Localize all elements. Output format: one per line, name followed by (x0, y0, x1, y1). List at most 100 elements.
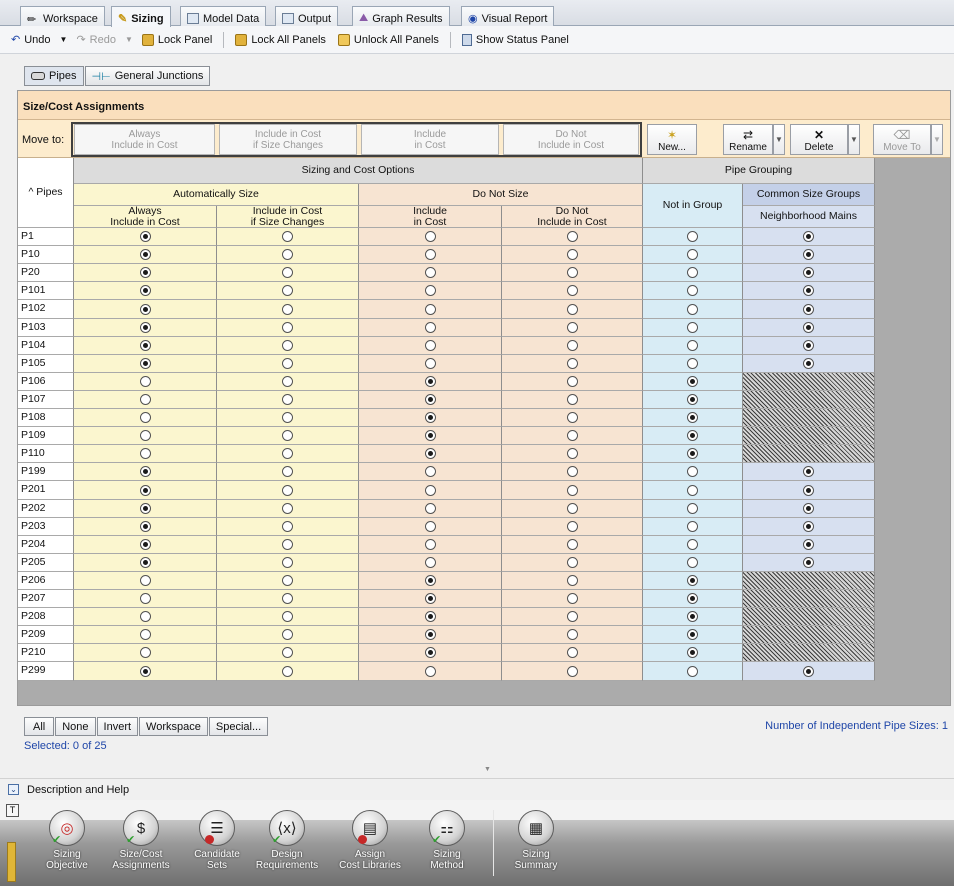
option-radio[interactable] (424, 575, 436, 586)
tab-output[interactable]: Output (275, 6, 339, 27)
not-in-group-cell[interactable] (643, 373, 743, 391)
not-in-group-radio[interactable] (687, 358, 698, 369)
option-cell[interactable] (359, 626, 502, 644)
option-radio[interactable] (139, 231, 151, 242)
option-radio[interactable] (139, 267, 151, 278)
option-cell[interactable] (217, 626, 359, 644)
tab-graph-results[interactable]: ⛰ Graph Results (352, 6, 450, 27)
option-cell[interactable] (217, 590, 359, 608)
not-in-group-cell[interactable] (643, 608, 743, 626)
option-radio[interactable] (566, 412, 578, 423)
option-cell[interactable] (502, 518, 643, 536)
option-cell[interactable] (502, 626, 643, 644)
pipe-name-cell[interactable]: P106 (18, 373, 74, 391)
option-cell[interactable] (217, 427, 359, 445)
not-in-group-cell[interactable] (643, 554, 743, 572)
option-radio[interactable] (566, 249, 578, 260)
not-in-group-cell[interactable] (643, 536, 743, 554)
option-radio[interactable] (566, 665, 578, 677)
option-radio[interactable] (424, 303, 436, 315)
option-cell[interactable] (502, 554, 643, 572)
move-to-dropdown-icon[interactable]: ▼ (931, 124, 943, 155)
group-radio[interactable] (803, 484, 814, 496)
group-radio[interactable] (803, 539, 814, 550)
option-radio[interactable] (282, 521, 293, 532)
group-radio[interactable] (803, 267, 814, 278)
option-cell[interactable] (217, 463, 359, 481)
option-cell[interactable] (359, 644, 502, 662)
option-radio[interactable] (424, 285, 436, 296)
unlock-all-panels-button[interactable]: Unlock All Panels (335, 32, 442, 48)
option-cell[interactable] (502, 337, 643, 355)
option-cell[interactable] (359, 590, 502, 608)
option-cell[interactable] (359, 391, 502, 409)
option-cell[interactable] (217, 300, 359, 319)
option-cell[interactable] (502, 300, 643, 319)
option-radio[interactable] (282, 303, 293, 315)
option-radio[interactable] (424, 539, 436, 550)
not-in-group-radio[interactable] (687, 629, 698, 640)
option-cell[interactable] (502, 264, 643, 282)
not-in-group-cell[interactable] (643, 282, 743, 300)
option-radio[interactable] (566, 285, 578, 296)
pipe-name-cell[interactable]: P210 (18, 644, 74, 662)
group-radio[interactable] (803, 303, 814, 315)
option-radio[interactable] (282, 358, 293, 369)
option-cell[interactable] (502, 355, 643, 373)
option-cell[interactable] (359, 319, 502, 337)
not-in-group-cell[interactable] (643, 644, 743, 662)
group-radio[interactable] (803, 322, 814, 333)
option-radio[interactable] (566, 557, 578, 568)
group-radio[interactable] (803, 249, 814, 260)
option-cell[interactable] (74, 373, 217, 391)
option-radio[interactable] (282, 394, 293, 405)
group-cell[interactable] (743, 264, 875, 282)
not-in-group-radio[interactable] (687, 412, 698, 423)
nav-cost-library[interactable]: ▤ Assign Cost Libraries (332, 810, 408, 871)
option-cell[interactable] (74, 481, 217, 500)
option-radio[interactable] (566, 539, 578, 550)
option-radio[interactable] (424, 503, 436, 514)
undo-button[interactable]: ↶ Undo (8, 31, 54, 48)
option-cell[interactable] (217, 409, 359, 427)
option-radio[interactable] (566, 521, 578, 532)
description-help-bar[interactable]: ⌄ Description and Help (0, 778, 954, 800)
nav-target[interactable]: ◎ ✔ Sizing Objective (29, 810, 105, 871)
option-cell[interactable] (74, 337, 217, 355)
not-in-group-cell[interactable] (643, 264, 743, 282)
pipe-name-cell[interactable]: P204 (18, 536, 74, 554)
option-radio[interactable] (139, 503, 151, 514)
not-in-group-cell[interactable] (643, 590, 743, 608)
not-in-group-radio[interactable] (687, 575, 698, 586)
not-in-group-radio[interactable] (687, 267, 698, 278)
select-none-button[interactable]: None (55, 717, 96, 736)
group-radio[interactable] (803, 231, 814, 242)
option-radio[interactable] (282, 647, 293, 658)
pipe-name-cell[interactable]: P104 (18, 337, 74, 355)
group-radio[interactable] (803, 466, 814, 477)
not-in-group-radio[interactable] (687, 665, 698, 677)
not-in-group-radio[interactable] (687, 557, 698, 568)
option-radio[interactable] (424, 231, 436, 242)
option-radio[interactable] (282, 503, 293, 514)
not-in-group-cell[interactable] (643, 463, 743, 481)
redo-button[interactable]: ↷ Redo (73, 31, 119, 48)
option-radio[interactable] (139, 430, 151, 441)
option-radio[interactable] (566, 593, 578, 604)
option-radio[interactable] (424, 521, 436, 532)
option-radio[interactable] (282, 557, 293, 568)
option-cell[interactable] (502, 481, 643, 500)
not-in-group-radio[interactable] (687, 503, 698, 514)
not-in-group-cell[interactable] (643, 427, 743, 445)
option-cell[interactable] (359, 536, 502, 554)
option-radio[interactable] (424, 448, 436, 459)
option-cell[interactable] (217, 554, 359, 572)
option-cell[interactable] (502, 536, 643, 554)
select-all-button[interactable]: All (24, 717, 55, 736)
group-cell[interactable] (743, 319, 875, 337)
not-in-group-cell[interactable] (643, 500, 743, 518)
option-radio[interactable] (566, 484, 578, 496)
pipe-name-cell[interactable]: P206 (18, 572, 74, 590)
option-cell[interactable] (359, 228, 502, 246)
special-select-button[interactable]: Special... (208, 717, 269, 736)
